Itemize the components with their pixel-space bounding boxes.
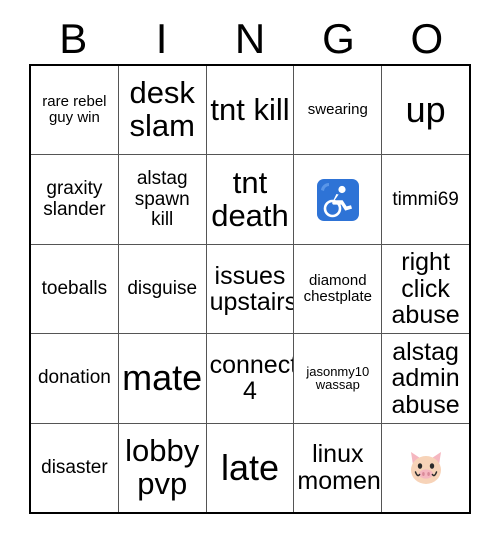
bingo-cell[interactable]: lobby pvp — [118, 423, 207, 513]
bingo-cell-label: jasonmy10 wassap — [306, 363, 370, 393]
bingo-cell-label: donation — [37, 367, 111, 389]
bingo-cell[interactable]: disaster — [31, 423, 119, 513]
bingo-cell[interactable]: late — [206, 423, 295, 513]
bingo-cell[interactable]: connect 4 — [206, 334, 295, 423]
bingo-header-letter-b: B — [59, 15, 88, 62]
bingo-cell[interactable]: jasonmy10 wassap — [294, 334, 383, 423]
bingo-cell[interactable]: swearing — [294, 66, 383, 155]
bingo-cell-label: disguise — [127, 277, 198, 299]
bingo-cell-label: swearing — [307, 101, 368, 119]
bingo-cell[interactable]: disguise — [118, 244, 207, 334]
bingo-cell-label: tnt kill — [210, 91, 290, 127]
bingo-cell-label: alstag admin abuse — [391, 337, 460, 419]
bingo-cell-label: up — [405, 89, 446, 131]
bingo-cell-label: issues upstairs — [209, 261, 295, 317]
bingo-cell-label: desk slam — [129, 75, 195, 144]
bingo-cell[interactable]: rare rebel guy win — [31, 66, 119, 155]
bingo-cell[interactable]: right click abuse — [382, 244, 469, 334]
bingo-card: B I N G O rare rebel guy win desk slam tnt kil… — [0, 0, 500, 544]
bingo-cell[interactable]: timmi69 — [382, 155, 469, 244]
bingo-row: rare rebel guy win desk slam tnt kill swear… — [31, 66, 469, 156]
bingo-cell-label: diamond chestplate — [303, 272, 372, 306]
bingo-cell-label: linux moment — [297, 440, 383, 495]
bingo-cell-label: rare rebel guy win — [42, 93, 107, 127]
bingo-cell-label: timmi69 — [392, 188, 459, 210]
bingo-cell[interactable]: mate — [118, 334, 207, 423]
bingo-header-letter-g: G — [322, 15, 355, 62]
bingo-cell[interactable]: up — [382, 66, 469, 155]
bingo-cell[interactable]: donation — [31, 334, 119, 423]
bingo-cell[interactable]: alstag admin abuse — [382, 334, 469, 423]
bingo-cell[interactable]: alstag spawn kill — [118, 155, 207, 244]
accessibility-wheelchair-emoji — [316, 178, 360, 222]
bingo-cell[interactable]: issues upstairs — [206, 244, 295, 334]
bingo-cell-label: lobby pvp — [125, 432, 200, 501]
bingo-cell[interactable]: desk slam — [118, 66, 207, 155]
bingo-row: disaster lobby pvp late linux moment — [31, 423, 469, 513]
bingo-cell-label: right click abuse — [391, 248, 460, 330]
bingo-cell-label: disaster — [41, 456, 108, 478]
bingo-row: donation mate connect 4 jasonmy10 wassap als… — [31, 334, 469, 424]
bingo-header-letter-o: O — [410, 15, 444, 62]
bingo-cell-label: late — [220, 446, 280, 488]
bingo-cell-label: toeballs — [41, 277, 108, 299]
bingo-cell-label: tnt death — [211, 164, 289, 233]
bingo-cell[interactable]: tnt death — [206, 155, 295, 244]
bingo-cell-label: graxity slander — [43, 178, 106, 220]
bingo-row: graxity slander alstag spawn kill tnt deat… — [31, 155, 469, 245]
pig-face-emoji — [403, 446, 449, 490]
bingo-row: toeballs disguise issues upstairs diamond c… — [31, 244, 469, 335]
bingo-header-letter-n: N — [234, 15, 266, 62]
bingo-cell-pig-face-emoji[interactable] — [382, 423, 469, 513]
bingo-cell-accessibility-wheelchair-emoji[interactable] — [294, 155, 383, 244]
bingo-cell[interactable]: toeballs — [31, 244, 119, 334]
bingo-cell[interactable]: linux moment — [294, 423, 383, 513]
bingo-cell-label: connect 4 — [209, 350, 295, 406]
bingo-cell-label: mate — [122, 357, 203, 399]
bingo-cell-label: alstag spawn kill — [134, 168, 190, 230]
bingo-header: BINGO — [29, 14, 471, 64]
bingo-cell[interactable]: tnt kill — [206, 66, 295, 155]
bingo-cell[interactable]: diamond chestplate — [294, 244, 383, 334]
bingo-cell[interactable]: graxity slander — [31, 155, 119, 244]
bingo-header-letter-i: I — [155, 15, 168, 62]
bingo-grid: rare rebel guy win desk slam tnt kill swear… — [29, 64, 471, 514]
